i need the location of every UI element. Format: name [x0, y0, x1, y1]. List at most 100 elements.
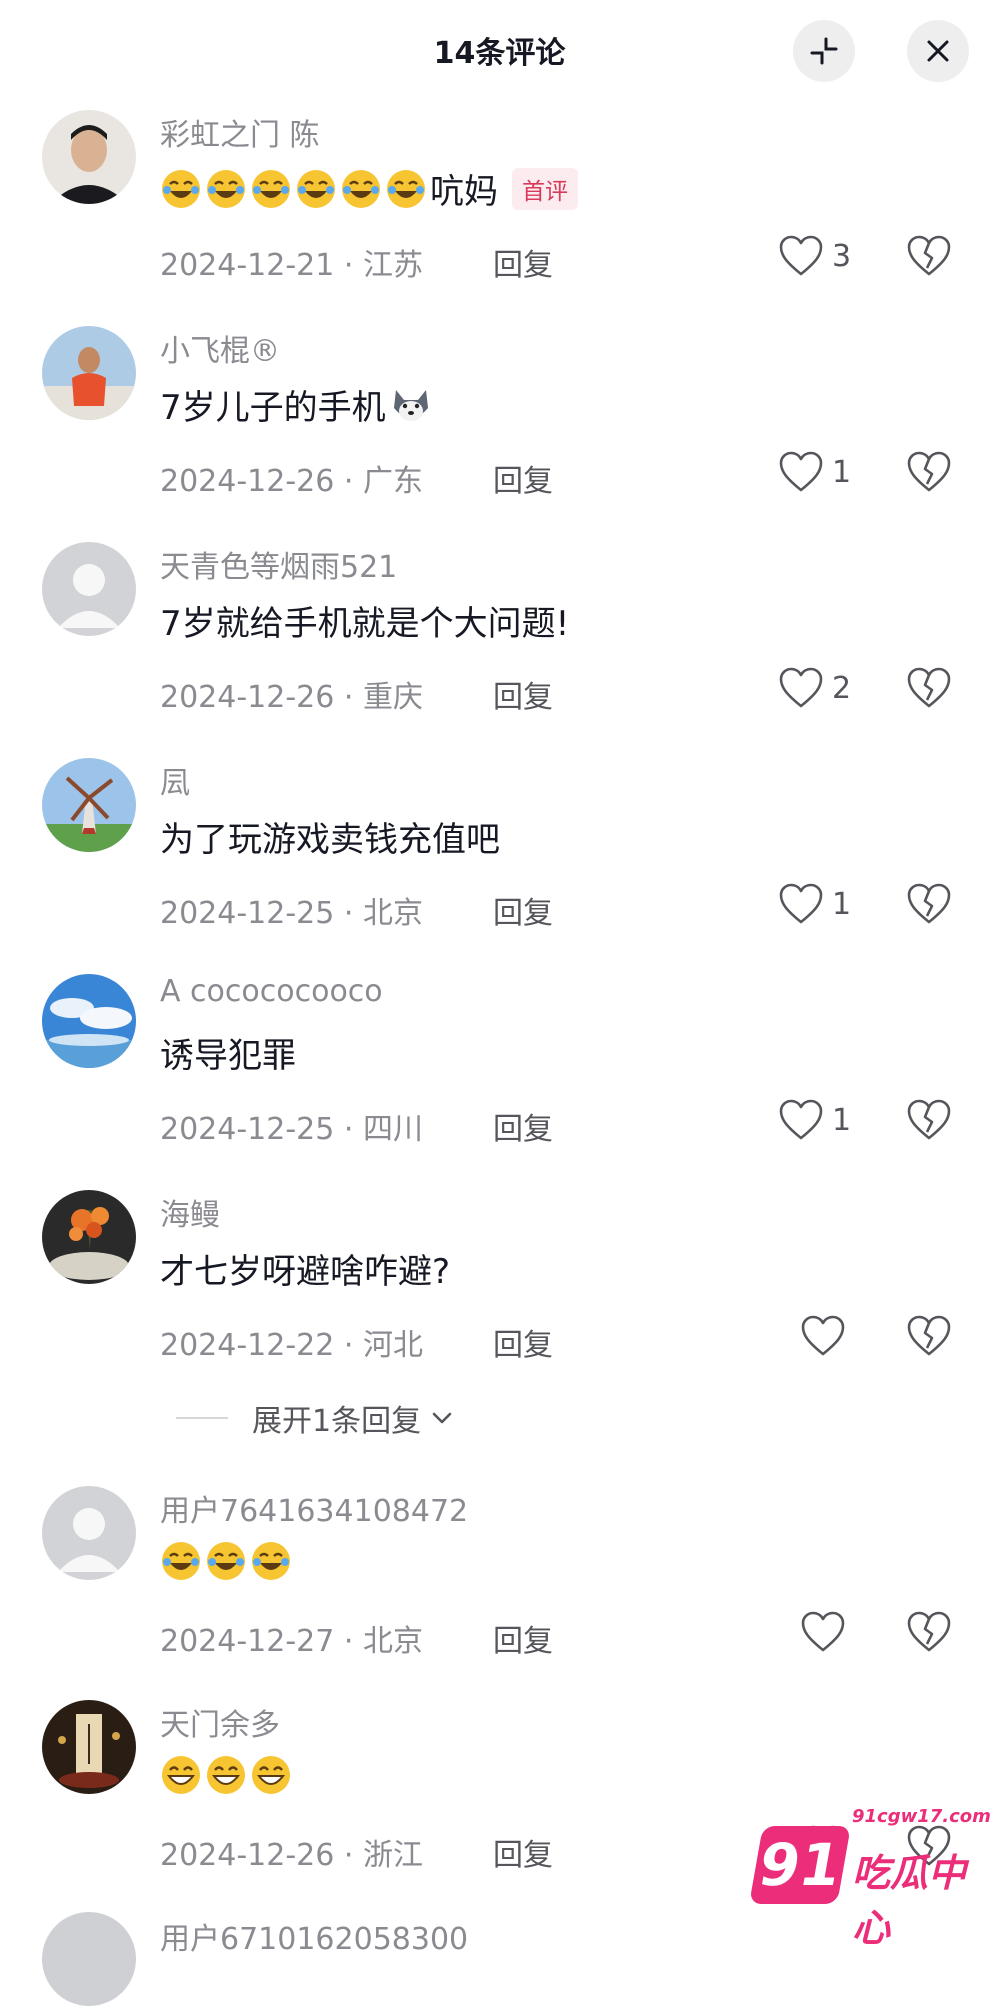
username[interactable]: 海鳗	[160, 1190, 220, 1234]
comment-item: 用户7641634108472 2024-12-27 · 北京 回复	[0, 1486, 999, 1686]
comment-item: 凨 为了玩游戏卖钱充值吧 2024-12-25 · 北京 回复 1	[0, 758, 999, 958]
username[interactable]: 彩虹之门 陈	[160, 110, 320, 154]
avatar[interactable]	[42, 1912, 136, 2006]
reply-button[interactable]: 回复	[493, 1104, 553, 1148]
expand-replies-button[interactable]: 展开1条回复	[176, 1396, 457, 1440]
like-button[interactable]: 1	[778, 1090, 851, 1150]
username[interactable]: 天青色等烟雨521	[160, 542, 397, 586]
avatar[interactable]	[42, 542, 136, 636]
laughing-tears-emoji	[160, 1540, 202, 1582]
dislike-button[interactable]	[906, 1602, 952, 1662]
avatar[interactable]	[42, 326, 136, 420]
comment-meta: 2024-12-22 · 河北	[160, 1328, 423, 1363]
reply-button[interactable]: 回复	[493, 1830, 553, 1874]
emoji-group	[160, 1754, 295, 1796]
broken-heart-icon	[907, 667, 951, 708]
collapse-button[interactable]	[793, 20, 855, 82]
watermark-name: 吃瓜中心	[852, 1851, 967, 1950]
emoji-group	[160, 1540, 295, 1582]
username[interactable]: 小飞棍®	[160, 326, 280, 370]
comment-meta: 2024-12-21 · 江苏	[160, 248, 423, 283]
comment-text: 吭妈 首评	[160, 164, 578, 213]
dislike-button[interactable]	[906, 1306, 952, 1366]
expand-divider	[176, 1417, 228, 1419]
comment-item: 天青色等烟雨521 7岁就给手机就是个大问题! 2024-12-26 · 重庆 …	[0, 542, 999, 742]
like-count: 3	[832, 238, 852, 274]
close-button[interactable]	[907, 20, 969, 82]
like-button[interactable]: 2	[778, 658, 851, 718]
avatar[interactable]	[42, 974, 136, 1068]
comment-location: 四川	[362, 1112, 423, 1147]
comment-text-content: 才七岁呀避啥咋避?	[160, 1252, 451, 1292]
comment-meta: 2024-12-26 · 浙江	[160, 1838, 423, 1873]
broken-heart-icon	[907, 1611, 951, 1652]
dislike-button[interactable]	[906, 874, 952, 934]
comment-text	[160, 1754, 295, 1796]
reply-button[interactable]: 回复	[493, 1320, 553, 1364]
reply-button[interactable]: 回复	[493, 456, 553, 500]
username[interactable]: 天门余多	[160, 1700, 280, 1744]
dislike-button[interactable]	[906, 1090, 952, 1150]
reply-button[interactable]: 回复	[493, 672, 553, 716]
grinning-emoji	[160, 1754, 202, 1796]
dislike-button[interactable]	[906, 442, 952, 502]
comment-text	[160, 1540, 295, 1582]
collapse-icon	[810, 37, 838, 65]
comment-location: 江苏	[362, 248, 423, 283]
like-button[interactable]	[800, 1306, 846, 1366]
first-comment-badge: 首评	[512, 167, 578, 210]
watermark-url: 91cgw17.com	[852, 1806, 991, 1827]
comment-text-content: 诱导犯罪	[160, 1036, 296, 1076]
broken-heart-icon	[907, 235, 951, 276]
laughing-tears-emoji	[160, 168, 202, 210]
like-button[interactable]: 1	[778, 442, 851, 502]
avatar[interactable]	[42, 758, 136, 852]
username[interactable]: 用户7641634108472	[160, 1486, 468, 1530]
username[interactable]: 用户6710162058300	[160, 1914, 468, 1958]
comment-location: 浙江	[362, 1838, 423, 1873]
like-count: 1	[832, 886, 852, 922]
watermark-logo: 91	[749, 1826, 851, 1904]
like-button[interactable]: 1	[778, 874, 851, 934]
like-button[interactable]	[800, 1602, 846, 1662]
like-button[interactable]: 3	[778, 226, 851, 286]
laughing-tears-emoji	[250, 168, 292, 210]
comment-text: 为了玩游戏卖钱充值吧	[160, 812, 500, 861]
comment-item: 海鳗 才七岁呀避啥咋避? 2024-12-22 · 河北 回复	[0, 1190, 999, 1390]
avatar[interactable]	[42, 1486, 136, 1580]
reply-button[interactable]: 回复	[493, 1616, 553, 1660]
comment-item: 小飞棍® 7岁儿子的手机 2024-12-26 · 广东 回复 1	[0, 326, 999, 526]
laughing-tears-emoji	[340, 168, 382, 210]
reply-button[interactable]: 回复	[493, 888, 553, 932]
username[interactable]: A cocococooco	[160, 974, 383, 1009]
emoji-group	[160, 168, 430, 210]
comment-text-content: 吭妈	[430, 172, 498, 212]
avatar[interactable]	[42, 110, 136, 204]
heart-icon	[779, 451, 823, 492]
laughing-tears-emoji	[295, 168, 337, 210]
chevron-down-icon	[432, 1412, 452, 1424]
comment-meta: 2024-12-25 · 四川	[160, 1112, 423, 1147]
broken-heart-icon	[907, 883, 951, 924]
dislike-button[interactable]	[906, 226, 952, 286]
username[interactable]: 凨	[160, 758, 190, 802]
comment-date: 2024-12-26	[160, 680, 335, 715]
heart-icon	[779, 235, 823, 276]
like-count: 2	[832, 670, 852, 706]
dislike-button[interactable]	[906, 658, 952, 718]
avatar[interactable]	[42, 1700, 136, 1794]
site-watermark: 91 91cgw17.com 吃瓜中心	[749, 1800, 991, 1950]
avatar[interactable]	[42, 1190, 136, 1284]
comment-date: 2024-12-26	[160, 464, 335, 499]
expand-replies-label: 展开1条回复	[252, 1404, 422, 1439]
comment-date: 2024-12-25	[160, 1112, 335, 1147]
reply-button[interactable]: 回复	[493, 240, 553, 284]
laughing-tears-emoji	[205, 1540, 247, 1582]
laughing-tears-emoji	[385, 168, 427, 210]
comment-date: 2024-12-26	[160, 1838, 335, 1873]
comment-meta: 2024-12-27 · 北京	[160, 1624, 423, 1659]
heart-icon	[801, 1611, 845, 1652]
comment-text: 7岁就给手机就是个大问题!	[160, 596, 569, 645]
like-count: 1	[832, 1102, 852, 1138]
comment-text-content: 7岁就给手机就是个大问题!	[160, 604, 570, 644]
